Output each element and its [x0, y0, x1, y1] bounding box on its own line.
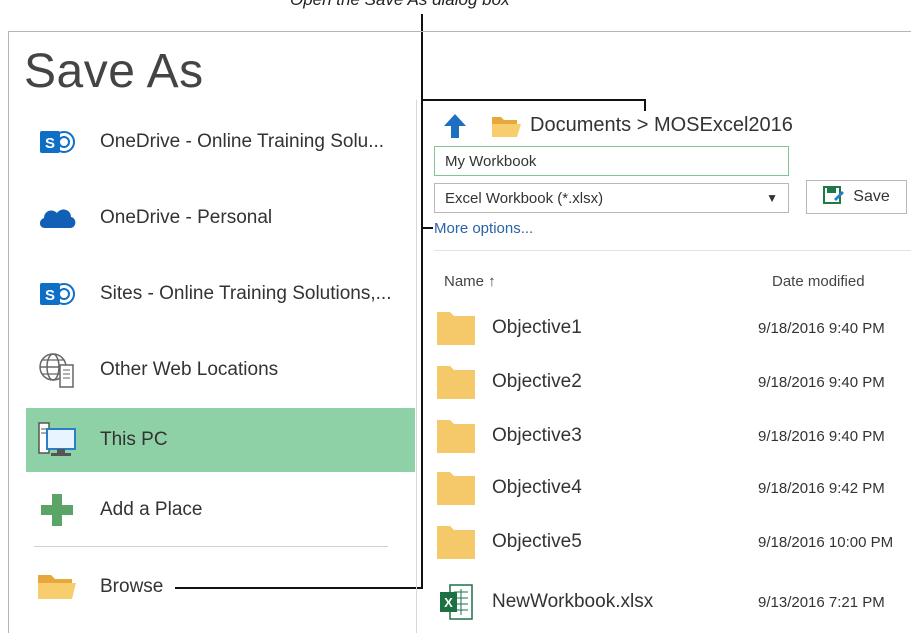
divider	[434, 250, 911, 251]
place-this-pc[interactable]: This PC	[26, 408, 415, 472]
place-sites[interactable]: S Sites - Online Training Solutions,...	[26, 262, 415, 326]
callout-text: Open the Save As dialog box	[290, 0, 510, 10]
folder-icon	[36, 566, 78, 608]
file-name: Objective5	[492, 531, 582, 552]
place-browse[interactable]: Browse	[26, 555, 415, 619]
file-type-dropdown[interactable]: Excel Workbook (*.xlsx) ▼	[434, 183, 789, 213]
file-date: 9/18/2016 9:40 PM	[758, 427, 885, 445]
file-name: Objective2	[492, 371, 582, 392]
window-border	[8, 31, 9, 633]
file-date: 9/18/2016 10:00 PM	[758, 533, 894, 551]
place-add-a-place[interactable]: Add a Place	[26, 478, 415, 542]
onedrive-cloud-icon	[36, 197, 78, 239]
file-row[interactable]: X NewWorkbook.xlsx 9/13/2016 7:21 PM	[436, 576, 911, 628]
save-label: Save	[853, 188, 890, 205]
column-header-name[interactable]: Name ↑	[444, 273, 496, 290]
place-label: This PC	[100, 429, 168, 450]
file-name: NewWorkbook.xlsx	[492, 591, 654, 612]
folder-icon	[436, 522, 476, 562]
divider	[34, 546, 388, 547]
page-title: Save As	[24, 45, 204, 98]
file-date: 9/13/2016 7:21 PM	[758, 593, 885, 611]
callout-line	[421, 99, 645, 101]
sharepoint-icon: S	[36, 121, 78, 163]
window-border	[8, 31, 911, 32]
more-options-link[interactable]: More options...	[434, 220, 533, 237]
file-row[interactable]: Objective1 9/18/2016 9:40 PM	[436, 302, 911, 354]
folder-icon	[490, 114, 522, 140]
filename-input[interactable]	[434, 146, 789, 176]
plus-icon	[36, 489, 78, 531]
file-name: Objective4	[492, 477, 582, 498]
file-date: 9/18/2016 9:42 PM	[758, 479, 885, 497]
callout-line	[644, 99, 646, 111]
folder-icon	[436, 468, 476, 508]
places-list: S OneDrive - Online Training Solu... One…	[26, 100, 416, 633]
breadcrumb[interactable]: Documents > MOSExcel2016	[530, 114, 793, 137]
save-button[interactable]: Save	[806, 180, 907, 214]
computer-icon	[36, 419, 78, 461]
svg-text:S: S	[45, 135, 55, 152]
folder-icon	[436, 362, 476, 402]
column-header-date[interactable]: Date modified	[772, 273, 865, 290]
folder-icon	[436, 416, 476, 456]
file-name: Objective1	[492, 317, 582, 338]
place-label: Browse	[100, 576, 164, 597]
folder-icon	[436, 308, 476, 348]
place-label: Sites - Online Training Solutions,...	[100, 283, 392, 304]
file-row[interactable]: Objective5 9/18/2016 10:00 PM	[436, 516, 911, 568]
place-other-web-locations[interactable]: Other Web Locations	[26, 338, 415, 402]
place-label: Other Web Locations	[100, 359, 279, 380]
up-arrow-icon[interactable]	[442, 112, 468, 140]
file-date: 9/18/2016 9:40 PM	[758, 319, 885, 337]
sharepoint-icon: S	[36, 273, 78, 315]
globe-server-icon	[36, 349, 78, 391]
svg-text:X: X	[444, 595, 453, 610]
place-label: OneDrive - Online Training Solu...	[100, 131, 385, 152]
excel-file-icon: X	[436, 582, 476, 622]
place-onedrive-personal[interactable]: OneDrive - Personal	[26, 186, 415, 250]
file-row[interactable]: Objective4 9/18/2016 9:42 PM	[436, 462, 911, 514]
file-date: 9/18/2016 9:40 PM	[758, 373, 885, 391]
file-name: Objective3	[492, 425, 582, 446]
place-onedrive-business[interactable]: S OneDrive - Online Training Solu...	[26, 110, 415, 174]
chevron-down-icon: ▼	[766, 191, 778, 205]
pane-divider	[416, 100, 417, 633]
file-row[interactable]: Objective2 9/18/2016 9:40 PM	[436, 356, 911, 408]
svg-text:S: S	[45, 287, 55, 304]
place-label: OneDrive - Personal	[100, 207, 273, 228]
file-type-value: Excel Workbook (*.xlsx)	[445, 189, 604, 207]
place-label: Add a Place	[100, 499, 203, 520]
callout-line	[421, 227, 433, 229]
file-row[interactable]: Objective3 9/18/2016 9:40 PM	[436, 410, 911, 462]
save-icon	[823, 185, 845, 210]
